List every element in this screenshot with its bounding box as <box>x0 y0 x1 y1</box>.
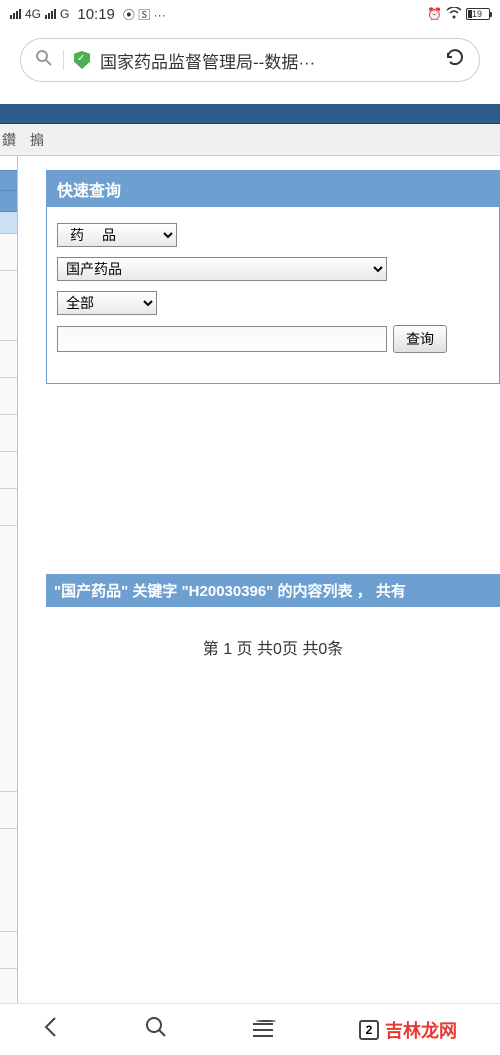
header-blue-bar <box>0 104 500 124</box>
divider <box>63 50 64 70</box>
breadcrumb-item[interactable]: 鑽 <box>2 130 16 150</box>
address-bar[interactable]: 国家药品监督管理局--数据··· <box>20 38 480 82</box>
sidebar-item[interactable] <box>0 378 17 415</box>
search-icon <box>35 49 53 72</box>
signal-icon <box>10 9 21 19</box>
brand-label[interactable]: 吉林龙网 <box>385 1017 457 1043</box>
wifi-icon <box>446 7 462 22</box>
sidebar-item[interactable] <box>0 415 17 452</box>
status-bar: 4G G 10:19 ⦿ 🅂 ··· ⏰ 19 <box>0 0 500 28</box>
sidebar-header-2 <box>0 191 17 212</box>
address-bar-container: 国家药品监督管理局--数据··· <box>0 28 500 92</box>
page-title: 国家药品监督管理局--数据··· <box>100 48 435 73</box>
search-nav-icon[interactable] <box>145 1016 167 1044</box>
sidebar-item[interactable] <box>0 271 17 341</box>
panel-title: 快速查询 <box>47 171 499 207</box>
sidebar-item[interactable] <box>0 452 17 489</box>
bottom-nav: 2 吉林龙网 <box>0 1003 500 1055</box>
status-time: 10:19 <box>77 6 115 23</box>
menu-icon[interactable] <box>253 1023 273 1037</box>
type-select[interactable]: 药品 <box>57 223 177 247</box>
sidebar-item[interactable] <box>0 234 17 271</box>
battery-percent: 19 <box>472 9 482 19</box>
status-mid-icons: ⦿ 🅂 ··· <box>123 6 166 23</box>
status-left: 4G G 10:19 ⦿ 🅂 ··· <box>10 6 166 23</box>
sidebar-item-selected[interactable] <box>0 212 17 233</box>
status-right: ⏰ 19 <box>427 7 490 22</box>
left-sidebar <box>0 156 18 1006</box>
notification-dot <box>256 1020 276 1022</box>
alarm-icon: ⏰ <box>427 7 442 21</box>
sidebar-item[interactable] <box>0 526 17 792</box>
scope-select[interactable]: 全部 <box>57 291 157 315</box>
sidebar-item[interactable] <box>0 969 17 1006</box>
sidebar-item[interactable] <box>0 829 17 932</box>
tab-count: 2 <box>366 1023 373 1037</box>
back-icon[interactable] <box>43 1016 59 1044</box>
results-header: "国产药品" 关键字 "H20030396" 的内容列表 ， 共有 <box>46 574 500 607</box>
shield-icon <box>74 51 90 69</box>
breadcrumb: 鑽 搧 <box>0 124 500 156</box>
search-button[interactable]: 查询 <box>393 325 447 353</box>
battery-icon: 19 <box>466 8 490 20</box>
page-content: 鑽 搧 快速查询 <box>0 92 500 1012</box>
sidebar-item[interactable] <box>0 489 17 526</box>
category-select[interactable]: 国产药品 <box>57 257 387 281</box>
sidebar-item[interactable] <box>0 932 17 969</box>
breadcrumb-item[interactable]: 搧 <box>30 130 44 150</box>
sidebar-item[interactable] <box>0 792 17 829</box>
quick-search-panel: 快速查询 药品 国产药品 全部 <box>46 170 500 384</box>
tabs-icon[interactable]: 2 <box>359 1020 379 1040</box>
pagination-text: 第 1 页 共0页 共0条 <box>46 635 500 659</box>
sidebar-item[interactable] <box>0 341 17 378</box>
network-type: 4G <box>25 7 41 21</box>
search-input[interactable] <box>57 326 387 352</box>
sidebar-header <box>0 170 17 191</box>
signal-icon-2 <box>45 9 56 19</box>
network-sub: G <box>60 7 69 21</box>
refresh-icon[interactable] <box>445 47 465 73</box>
